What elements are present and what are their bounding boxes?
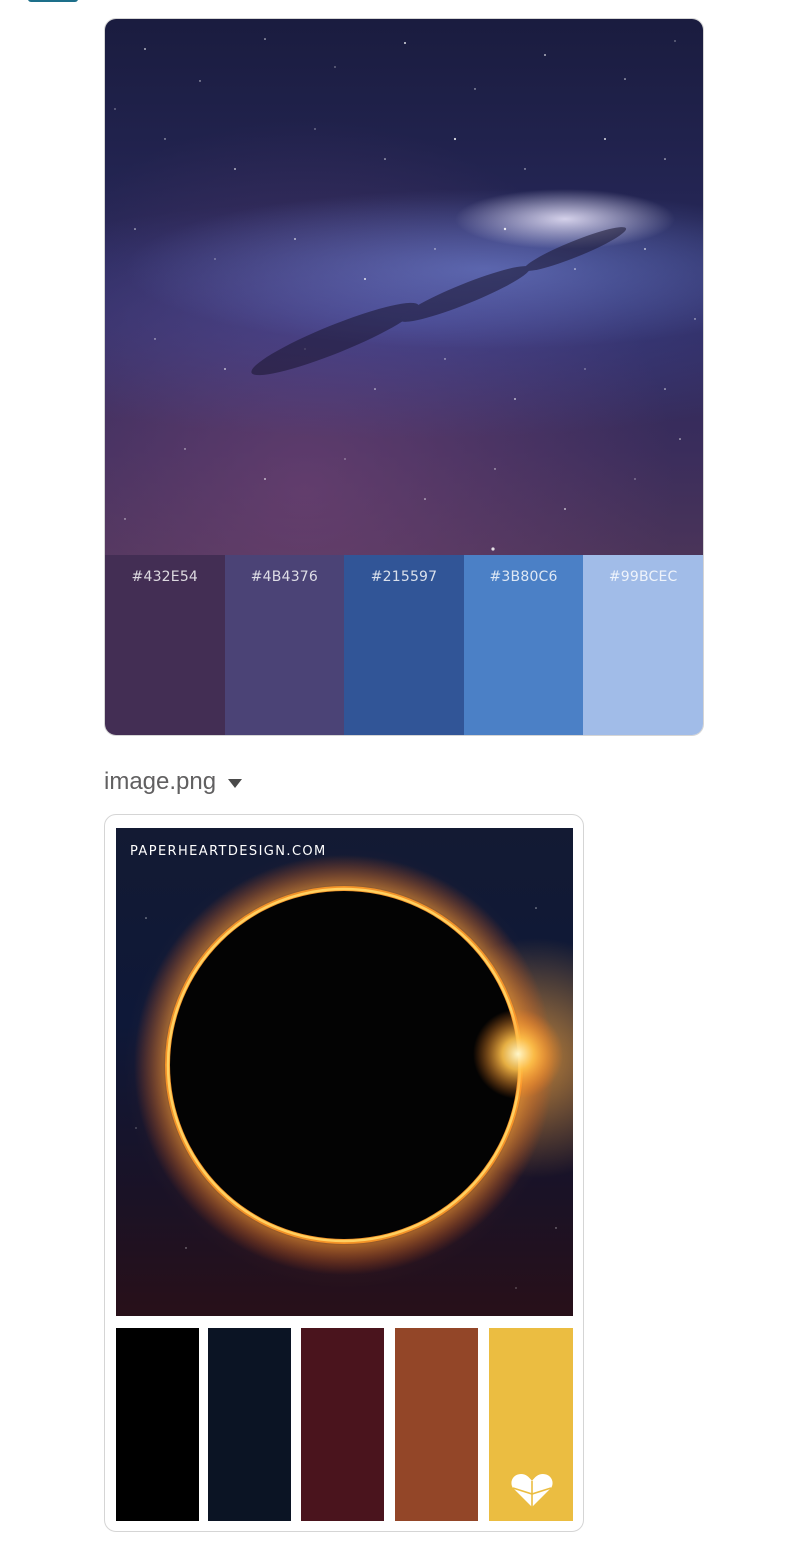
color-swatch [116, 1328, 199, 1521]
color-palette-galaxy: #432E54 #4B4376 #215597 #3B80C6 #99BCEC [105, 555, 703, 735]
color-swatch: #215597 [344, 555, 464, 735]
swatch-hex-label: #99BCEC [608, 569, 678, 585]
image-attachment-galaxy[interactable]: #432E54 #4B4376 #215597 #3B80C6 #99BCEC [104, 18, 704, 736]
swatch-hex-label: #432E54 [131, 569, 199, 585]
color-swatch [301, 1328, 384, 1521]
color-swatch: #432E54 [105, 555, 225, 735]
eclipse-graphic [134, 855, 563, 1289]
image-attachment-eclipse[interactable]: PAPERHEARTDESIGN.COM [104, 814, 584, 1532]
galaxy-image [105, 19, 703, 555]
caret-down-icon[interactable] [228, 778, 243, 788]
file-name-label: image.png [104, 768, 217, 795]
heart-logo-icon [511, 1474, 553, 1507]
brand-watermark: PAPERHEARTDESIGN.COM [130, 844, 327, 859]
swatch-hex-label: #3B80C6 [489, 569, 558, 585]
avatar-fragment [28, 0, 78, 2]
galaxy-stars [114, 38, 696, 551]
color-swatch [395, 1328, 478, 1521]
file-header: image.png [104, 768, 243, 796]
color-swatch: #4B4376 [224, 555, 345, 735]
swatch-hex-label: #215597 [370, 569, 438, 585]
color-swatch [489, 1328, 573, 1521]
color-swatch: #3B80C6 [463, 555, 584, 735]
swatch-hex-label: #4B4376 [250, 569, 319, 585]
color-swatch: #99BCEC [583, 555, 703, 735]
eclipse-image: PAPERHEARTDESIGN.COM [116, 828, 573, 1316]
color-swatch [208, 1328, 291, 1521]
color-palette-eclipse [116, 1328, 573, 1521]
